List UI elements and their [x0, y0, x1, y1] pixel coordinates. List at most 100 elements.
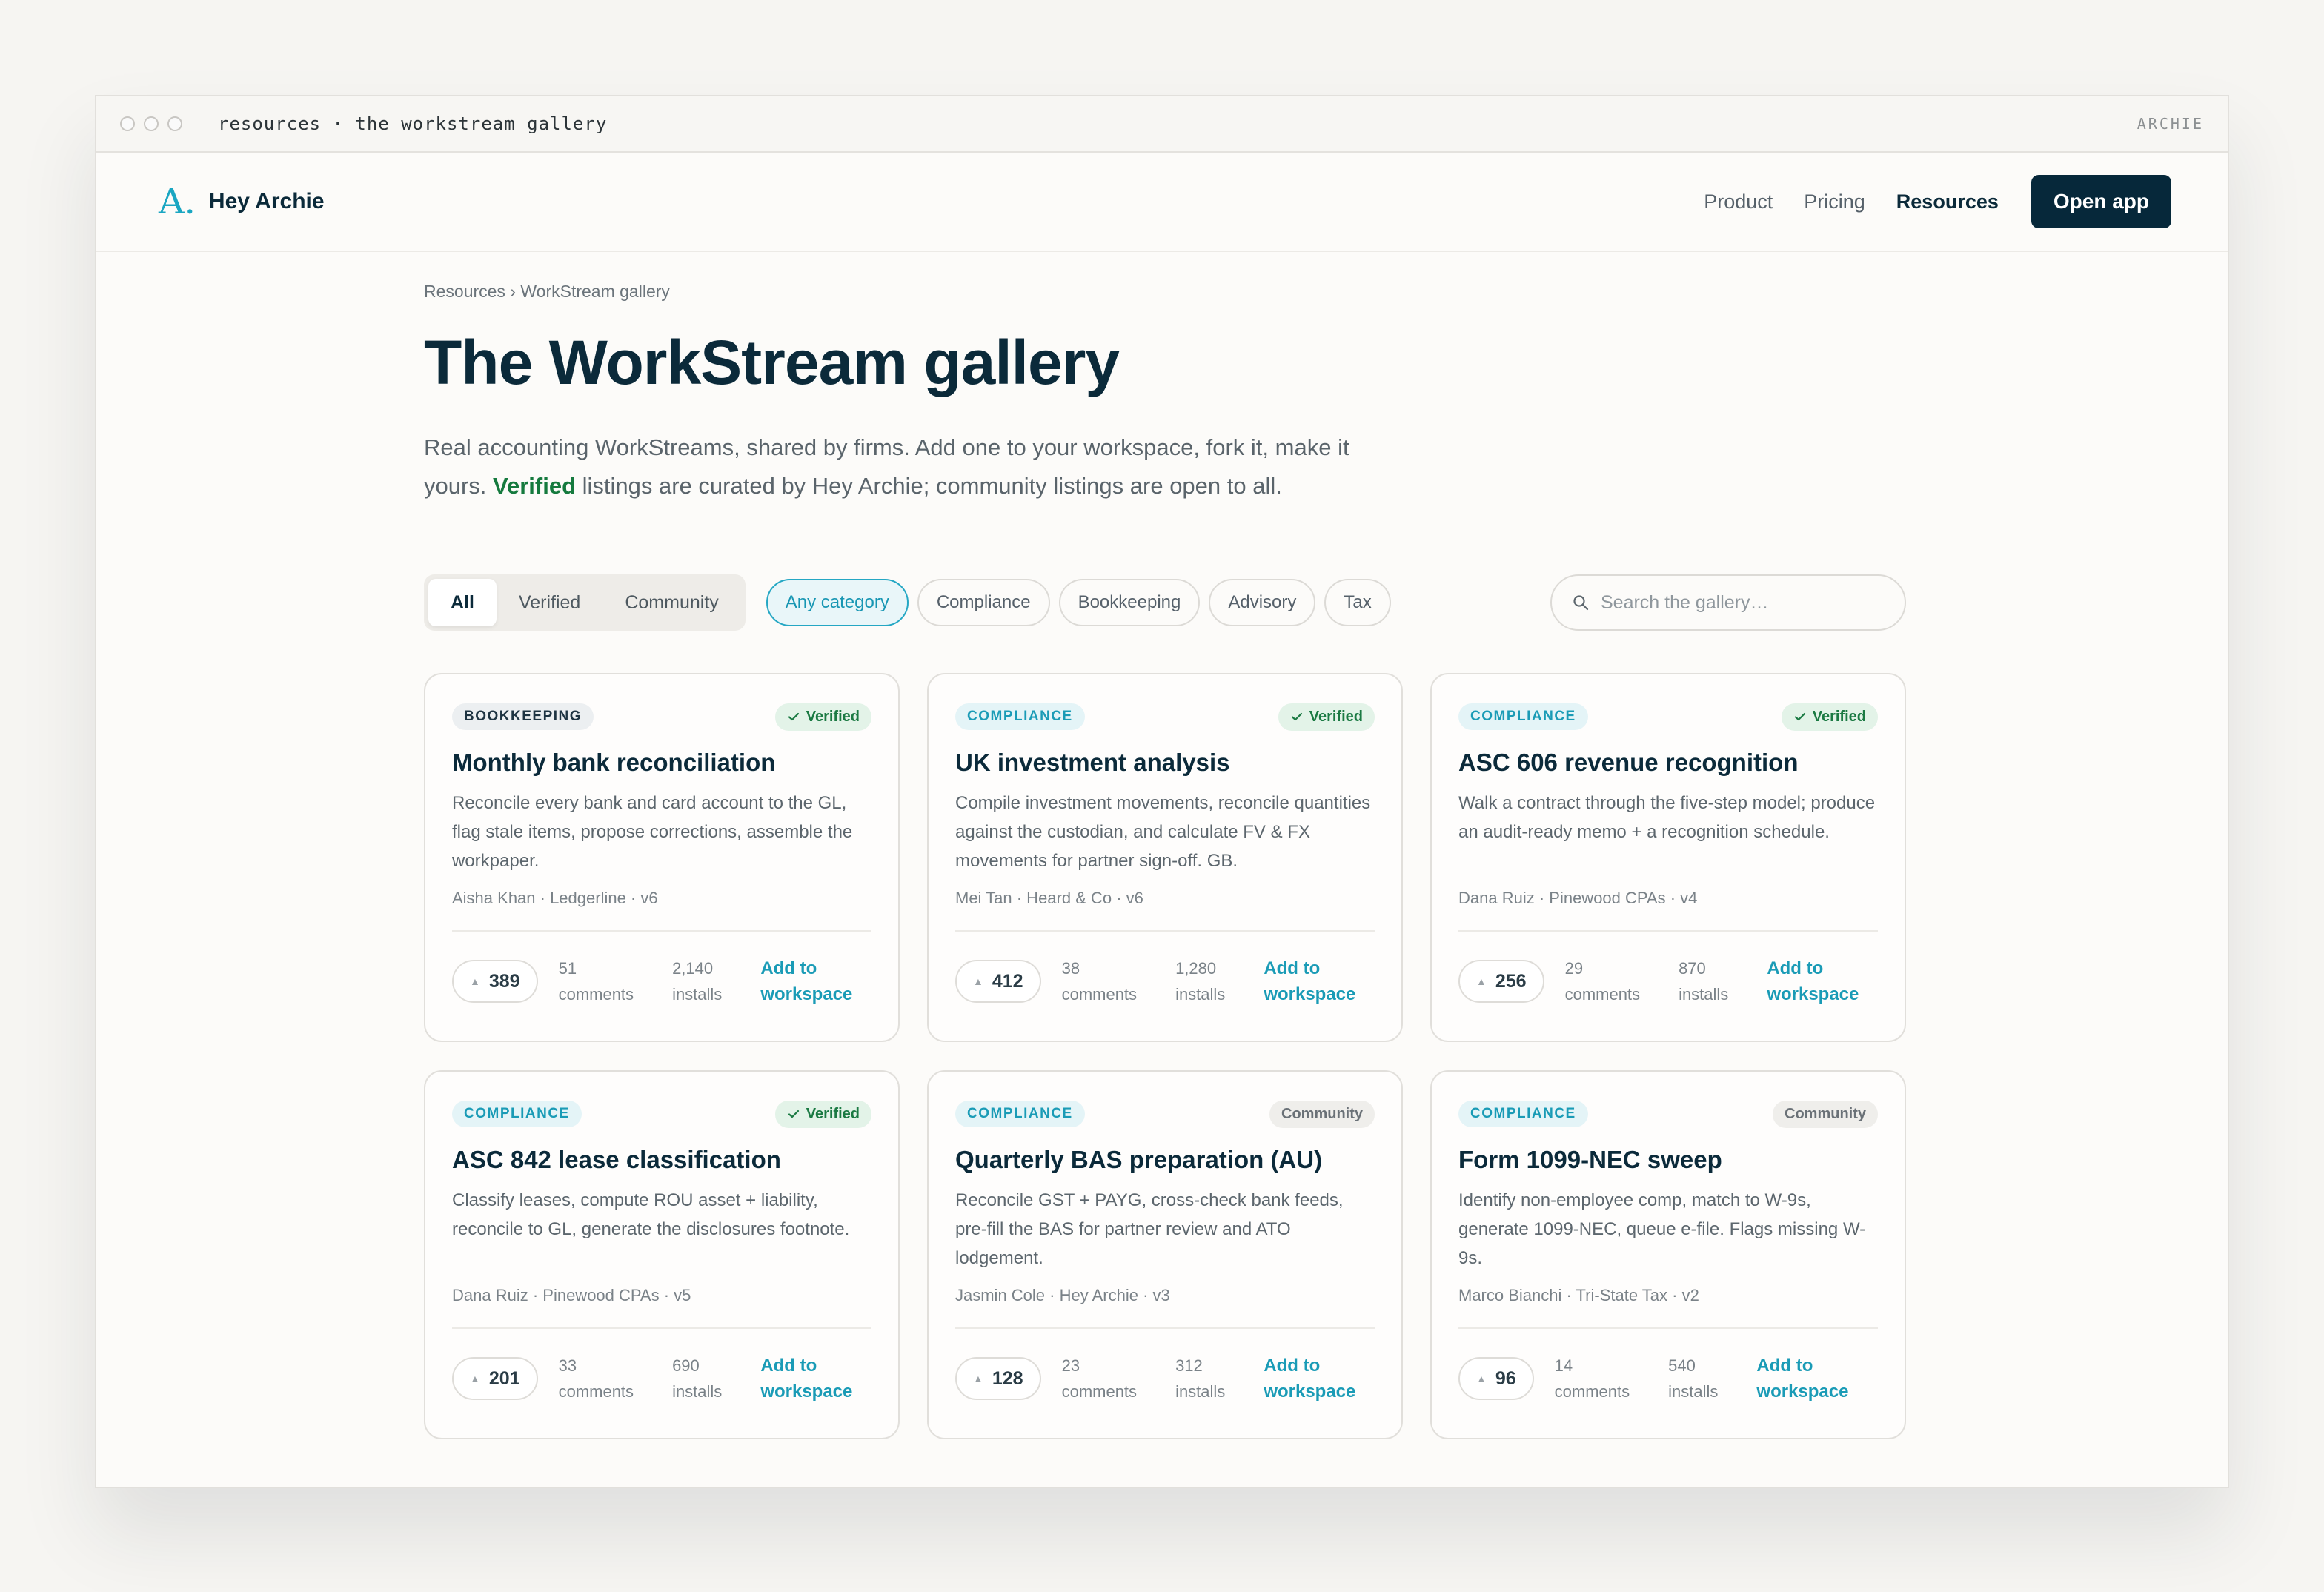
chip-compliance[interactable]: Compliance — [917, 579, 1050, 626]
segment-community[interactable]: Community — [602, 579, 740, 626]
installs-stat: 1,280 installs — [1175, 955, 1225, 1007]
category-chips: Any category Compliance Bookkeeping Advi… — [766, 579, 1400, 626]
installs-count: 690 — [672, 1356, 700, 1375]
add-label-b: workspace — [1264, 1382, 1356, 1402]
upvote-button[interactable]: ▲ 256 — [1458, 960, 1544, 1003]
upvote-button[interactable]: ▲ 389 — [452, 960, 538, 1003]
window-maximize-dot[interactable] — [167, 116, 182, 131]
card-header: COMPLIANCE Verified — [955, 703, 1375, 731]
comments-count: 51 — [558, 959, 577, 978]
main-content: Resources › WorkStream gallery The WorkS… — [424, 280, 1906, 1439]
installs-stat: 870 installs — [1679, 955, 1728, 1007]
card-title[interactable]: Monthly bank reconciliation — [452, 749, 872, 777]
nav-link-product[interactable]: Product — [1704, 190, 1773, 213]
listing-badge: Verified — [774, 703, 872, 731]
upvote-icon: ▲ — [973, 975, 983, 987]
card-meta: Dana Ruiz · Pinewood CPAs · v5 — [452, 1286, 691, 1304]
card-description: Identify non-employee comp, match to W-9… — [1458, 1190, 1866, 1268]
installs-count: 312 — [1175, 1356, 1203, 1375]
card-title[interactable]: UK investment analysis — [955, 749, 1375, 777]
nav-link-pricing[interactable]: Pricing — [1804, 190, 1865, 213]
card-header: COMPLIANCE Community — [1458, 1100, 1878, 1128]
upvote-icon: ▲ — [973, 1373, 983, 1384]
card-title[interactable]: Form 1099-NEC sweep — [1458, 1146, 1878, 1174]
search-box[interactable] — [1550, 574, 1906, 631]
category-tag[interactable]: COMPLIANCE — [955, 703, 1085, 730]
open-app-button[interactable]: Open app — [2031, 175, 2171, 228]
upvote-button[interactable]: ▲ 128 — [955, 1357, 1041, 1400]
badge-label: Verified — [1309, 708, 1363, 725]
top-nav: A. Hey Archie Product Pricing Resources … — [96, 153, 2228, 252]
card-title[interactable]: ASC 606 revenue recognition — [1458, 749, 1878, 777]
logo-text[interactable]: Hey Archie — [209, 189, 325, 214]
vote-count: 128 — [992, 1367, 1023, 1389]
listing-badge: Community — [1269, 1100, 1375, 1128]
logo-icon[interactable]: A. — [159, 181, 196, 222]
workstream-card[interactable]: COMPLIANCE Community Form 1099-NEC sweep… — [1430, 1070, 1906, 1439]
comments-stat[interactable]: 23 comments — [1062, 1353, 1137, 1404]
comments-stat[interactable]: 38 comments — [1062, 955, 1137, 1007]
card-footer: ▲ 128 23 comments 312 installs Add to worksp… — [955, 1353, 1375, 1404]
comments-stat[interactable]: 33 comments — [559, 1353, 634, 1404]
card-description: Walk a contract through the five-step mo… — [1458, 793, 1876, 842]
add-to-workspace-link[interactable]: Add to workspace — [1264, 1353, 1355, 1404]
segment-all[interactable]: All — [428, 579, 497, 626]
card-header: COMPLIANCE Community — [955, 1100, 1375, 1128]
card-description: Compile investment movements, reconcile … — [955, 793, 1371, 871]
upvote-button[interactable]: ▲ 412 — [955, 960, 1041, 1003]
chip-advisory[interactable]: Advisory — [1209, 579, 1316, 626]
workstream-card[interactable]: COMPLIANCE Verified UK investment analys… — [927, 673, 1403, 1042]
card-meta: Jasmin Cole · Hey Archie · v3 — [955, 1286, 1170, 1304]
card-title[interactable]: Quarterly BAS preparation (AU) — [955, 1146, 1375, 1174]
category-tag[interactable]: COMPLIANCE — [955, 1101, 1085, 1127]
comments-count: 23 — [1061, 1356, 1080, 1375]
workstream-card[interactable]: BOOKKEEPING Verified Monthly bank reconc… — [424, 673, 900, 1042]
listing-badge: Verified — [1781, 703, 1878, 731]
browser-window: resources · the workstream gallery ARCHI… — [95, 95, 2229, 1488]
chip-any-category[interactable]: Any category — [766, 579, 909, 626]
badge-label: Community — [1281, 1105, 1363, 1122]
window-minimize-dot[interactable] — [144, 116, 159, 131]
comments-label: comments — [1564, 985, 1641, 1004]
add-label-a: Add to — [1756, 1356, 1813, 1376]
workstream-card[interactable]: COMPLIANCE Verified ASC 606 revenue reco… — [1430, 673, 1906, 1042]
category-tag[interactable]: BOOKKEEPING — [452, 703, 594, 730]
comments-count: 14 — [1554, 1356, 1573, 1375]
add-to-workspace-link[interactable]: Add to workspace — [760, 955, 852, 1007]
badge-label: Verified — [806, 708, 860, 725]
workstream-card[interactable]: COMPLIANCE Community Quarterly BAS prepa… — [927, 1070, 1403, 1439]
comments-stat[interactable]: 29 comments — [1565, 955, 1640, 1007]
filter-bar: All Verified Community Any category Comp… — [424, 574, 1906, 631]
intro-verified: Verified — [493, 473, 577, 499]
add-to-workspace-link[interactable]: Add to workspace — [760, 1353, 852, 1404]
comments-count: 33 — [558, 1356, 577, 1375]
window-close-dot[interactable] — [120, 116, 135, 131]
add-to-workspace-link[interactable]: Add to workspace — [1767, 955, 1859, 1007]
card-footer: ▲ 201 33 comments 690 installs Add to worksp… — [452, 1353, 872, 1404]
vote-count: 201 — [488, 1367, 520, 1389]
category-tag[interactable]: COMPLIANCE — [1458, 703, 1588, 730]
nav-link-resources[interactable]: Resources — [1896, 190, 1999, 213]
search-input[interactable] — [1601, 591, 1882, 614]
window-titlebar: resources · the workstream gallery ARCHI… — [96, 96, 2228, 153]
segment-verified[interactable]: Verified — [497, 579, 602, 626]
installs-label: installs — [1175, 985, 1226, 1004]
card-title[interactable]: ASC 842 lease classification — [452, 1146, 872, 1174]
comments-label: comments — [1061, 1382, 1138, 1401]
add-to-workspace-link[interactable]: Add to workspace — [1756, 1353, 1848, 1404]
installs-count: 2,140 — [672, 959, 714, 978]
workstream-card[interactable]: COMPLIANCE Verified ASC 842 lease classi… — [424, 1070, 900, 1439]
listing-type-toggle: All Verified Community — [424, 574, 746, 631]
add-to-workspace-link[interactable]: Add to workspace — [1264, 955, 1355, 1007]
category-tag[interactable]: COMPLIANCE — [1458, 1101, 1588, 1127]
comments-stat[interactable]: 51 comments — [559, 955, 634, 1007]
upvote-button[interactable]: ▲ 201 — [452, 1357, 538, 1400]
category-tag[interactable]: COMPLIANCE — [452, 1101, 582, 1127]
chip-bookkeeping[interactable]: Bookkeeping — [1058, 579, 1201, 626]
card-footer: ▲ 256 29 comments 870 installs Add to worksp… — [1458, 955, 1878, 1007]
comments-count: 29 — [1564, 959, 1584, 978]
upvote-button[interactable]: ▲ 96 — [1458, 1357, 1534, 1400]
comments-stat[interactable]: 14 comments — [1555, 1353, 1630, 1404]
chip-tax[interactable]: Tax — [1324, 579, 1391, 626]
search-icon — [1573, 595, 1589, 611]
